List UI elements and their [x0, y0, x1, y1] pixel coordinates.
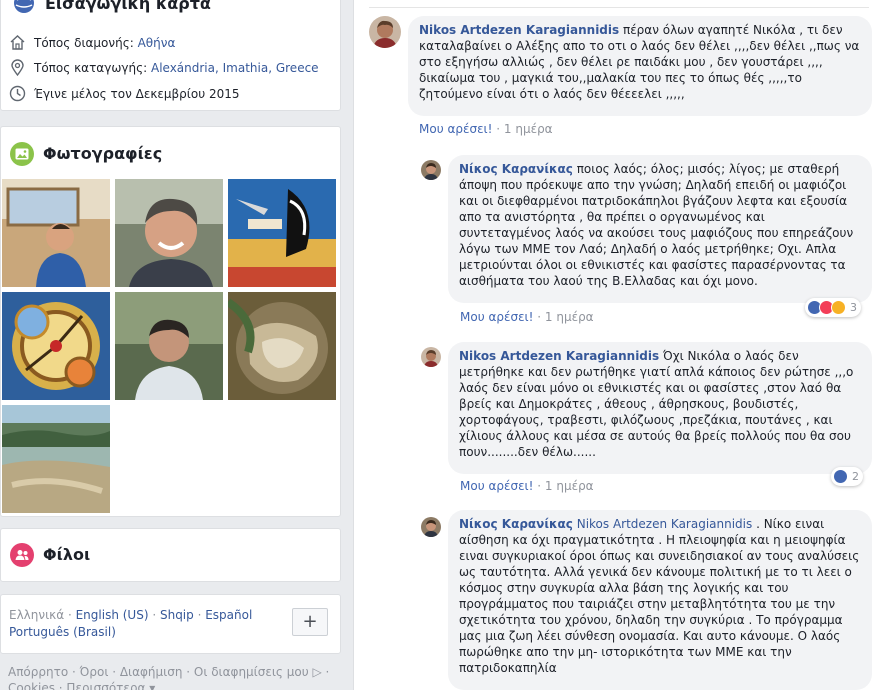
photos-title[interactable]: Φωτογραφίες [43, 144, 162, 163]
languages-line-1: Ελληνικά · English (US) · Shqip · Españo… [9, 608, 253, 622]
language-link[interactable]: English (US) [76, 608, 149, 622]
comment-time[interactable]: 1 ημέρα [545, 479, 594, 493]
reactions-count: 2 [852, 470, 859, 483]
comment-text: . Νίκο ειναι αίσθηση κα όχι πραγματικότη… [459, 517, 860, 675]
hometown-link[interactable]: Alexándria, Imathia, Greece [151, 61, 319, 75]
globe-icon [14, 0, 34, 13]
comment-actions: Μου αρέσει! · 1 ημέρα [460, 310, 594, 324]
comment-mention[interactable]: Nikos Artdezen Karagiannidis [577, 517, 753, 531]
like-link[interactable]: Μου αρέσει! [419, 122, 492, 136]
divider [369, 7, 869, 8]
joined-row: Έγινε μέλος τον Δεκεμβρίου 2015 [9, 85, 240, 102]
avatar[interactable] [369, 16, 401, 48]
languages-card: Ελληνικά · English (US) · Shqip · Españo… [0, 594, 341, 654]
photo-thumbnail[interactable] [228, 292, 336, 400]
photo-thumbnail[interactable] [115, 292, 223, 400]
add-language-button[interactable]: + [292, 608, 328, 636]
hometown-label: Τόπος καταγωγής: [34, 60, 151, 75]
friends-title[interactable]: Φίλοι [43, 545, 90, 564]
photos-card: Φωτογραφίες [0, 126, 341, 517]
photo-thumbnail[interactable] [115, 179, 223, 287]
like-link[interactable]: Μου αρέσει! [460, 310, 533, 324]
comment-author[interactable]: Nikos Artdezen Karagiannidis [419, 23, 619, 37]
comment-author[interactable]: Νίκος Καρανίκας [459, 162, 573, 176]
comments-panel: Nikos Artdezen Karagiannidis πέραν όλων … [353, 0, 880, 690]
residence-link[interactable]: Αθήνα [138, 36, 176, 50]
comment-text: ποιος λαός; όλος; μισός; λίγος; με σταθε… [459, 162, 854, 288]
footer-links-2[interactable]: Cookies · Περισσότερα ▾ [8, 681, 155, 690]
comment-author[interactable]: Nikos Artdezen Karagiannidis [459, 349, 659, 363]
comment-bubble: Nikos Artdezen Karagiannidis Όχι Νικόλα … [448, 342, 872, 474]
comment-actions: Μου αρέσει! · 1 ημέρα [460, 479, 594, 493]
friends-icon [10, 543, 34, 567]
like-reaction-icon [833, 469, 848, 484]
location-pin-icon [11, 59, 24, 76]
comment-bubble: Nikos Artdezen Karagiannidis πέραν όλων … [408, 16, 872, 116]
language-link[interactable]: Português (Brasil) [9, 625, 116, 639]
residence-label: Τόπος διαμονής: [34, 35, 138, 50]
comment-text: Όχι Νικόλα ο λαός δεν μετρήθηκε και δεν … [459, 349, 854, 459]
reactions-summary[interactable]: 2 [831, 467, 863, 486]
current-language: Ελληνικά [9, 608, 65, 622]
intro-title: Εισαγωγική κάρτα [45, 0, 211, 13]
photo-thumbnail[interactable] [2, 292, 110, 400]
friends-card: Φίλοι [0, 528, 341, 582]
reactions-summary[interactable]: 3 [805, 298, 861, 317]
comment-time[interactable]: 1 ημέρα [504, 122, 553, 136]
comment-time[interactable]: 1 ημέρα [545, 310, 594, 324]
avatar[interactable] [421, 160, 441, 180]
joined-label: Έγινε μέλος τον Δεκεμβρίου 2015 [34, 86, 240, 101]
footer-links[interactable]: Απόρρητο · Όροι · Διαφήμιση · Οι διαφημί… [8, 665, 329, 679]
haha-reaction-icon [831, 300, 846, 315]
comment-author[interactable]: Νίκος Καρανίκας [459, 517, 573, 531]
photo-thumbnail[interactable] [2, 405, 110, 513]
intro-card: Εισαγωγική κάρτα Τόπος διαμονής: Αθήνα Τ… [0, 0, 341, 111]
hometown-row: Τόπος καταγωγής: Alexándria, Imathia, Gr… [9, 59, 319, 76]
photo-thumbnail[interactable] [228, 179, 336, 287]
home-icon [10, 35, 25, 50]
comment-bubble: Νίκος Καρανίκας ποιος λαός; όλος; μισός;… [448, 155, 872, 303]
languages-line-2: Português (Brasil) [9, 625, 116, 639]
residence-row: Τόπος διαμονής: Αθήνα [9, 34, 175, 51]
comment-bubble: Νίκος Καρανίκας Nikos Artdezen Karagiann… [448, 510, 872, 690]
avatar[interactable] [421, 517, 441, 537]
photo-thumbnail[interactable] [2, 179, 110, 287]
language-link[interactable]: Shqip [160, 608, 194, 622]
like-link[interactable]: Μου αρέσει! [460, 479, 533, 493]
reactions-count: 3 [850, 301, 857, 314]
photos-icon [10, 142, 34, 166]
clock-icon [9, 85, 26, 102]
comment-actions: Μου αρέσει! · 1 ημέρα [419, 122, 553, 136]
avatar[interactable] [421, 347, 441, 367]
language-link[interactable]: Español [205, 608, 252, 622]
